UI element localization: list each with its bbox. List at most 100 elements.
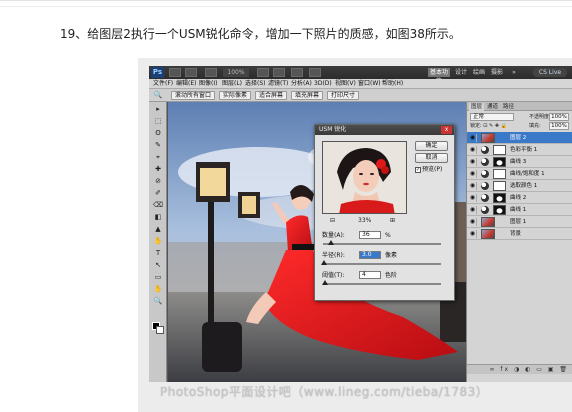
blend-mode-select[interactable]: 正常 <box>470 113 514 121</box>
fit-screen-button[interactable]: 适合屏幕 <box>255 91 287 100</box>
visibility-eye-icon[interactable]: ◉ <box>469 158 477 166</box>
gradient-tool-icon[interactable]: ◧ <box>153 213 163 222</box>
layer-panel-actions[interactable]: ∞ fx ◑ ◐ ▭ ▣ 🗑 <box>467 364 572 374</box>
threshold-input[interactable]: 4 <box>359 271 381 279</box>
filter-preview[interactable] <box>322 141 407 214</box>
menu-edit[interactable]: 编辑(E) <box>176 79 196 89</box>
background-color-swatch[interactable] <box>156 326 164 334</box>
shape-tool-icon[interactable]: ▭ <box>153 273 163 282</box>
tab-paths[interactable]: 路径 <box>501 103 516 111</box>
menu-file[interactable]: 文件(F) <box>153 79 173 89</box>
visibility-eye-icon[interactable]: ◉ <box>469 170 477 178</box>
layer-row[interactable]: ◉ 色彩平衡 1 <box>467 144 572 156</box>
amount-slider-handle[interactable] <box>328 240 335 245</box>
brush-tool-icon[interactable]: ✐ <box>153 189 163 198</box>
zoom-tool-icon[interactable]: 🔍 <box>153 297 163 306</box>
sharpen-tool-icon[interactable]: ▲ <box>153 225 163 234</box>
arrange-documents-icon[interactable] <box>291 68 303 77</box>
actual-pixels-button[interactable]: 实际像素 <box>219 91 251 100</box>
quick-selection-tool-icon[interactable]: ✎ <box>153 141 163 150</box>
workspace-painting-button[interactable]: 绘画 <box>472 68 486 77</box>
workspace-more-icon[interactable]: » <box>509 68 519 77</box>
workspace-design-button[interactable]: 设计 <box>454 68 468 77</box>
menu-view[interactable]: 视图(V) <box>335 79 356 89</box>
layer-thumbnail <box>481 133 495 143</box>
zoom-tool-icon[interactable] <box>273 68 285 77</box>
zoom-in-icon[interactable]: ⊞ <box>390 217 395 225</box>
visibility-eye-icon[interactable]: ◉ <box>469 134 477 142</box>
zoom-out-icon[interactable]: ⊟ <box>330 217 335 225</box>
lock-controls[interactable]: 锁定: ⊡ ✎ ✚ 🔒 <box>470 123 507 130</box>
workspace-photography-button[interactable]: 摄影 <box>490 68 504 77</box>
menu-window[interactable]: 窗口(W) <box>358 79 381 89</box>
menu-select[interactable]: 选择(S) <box>245 79 266 89</box>
layer-row[interactable]: ◉ 背景 <box>467 228 572 240</box>
close-icon[interactable]: x <box>441 126 452 134</box>
photoshop-window: Ps 100% 基本功能 设计 绘画 摄影 » CS Live 文件(F) 编辑… <box>149 66 572 382</box>
layer-row[interactable]: ◉ 曲线 3 <box>467 156 572 168</box>
layer-row[interactable]: ◉ 曲线 2 <box>467 192 572 204</box>
eyedropper-tool-icon[interactable]: ✚ <box>153 165 163 174</box>
cancel-button[interactable]: 取消 <box>415 153 448 163</box>
layer-row[interactable]: ◉ 选取颜色 1 <box>467 180 572 192</box>
visibility-eye-icon[interactable]: ◉ <box>469 206 477 214</box>
scroll-all-windows-checkbox[interactable]: 滚动所有窗口 <box>171 91 215 100</box>
menu-filter[interactable]: 滤镜(T) <box>268 79 288 89</box>
preview-checkbox[interactable]: ✓ 预览(P) <box>415 166 442 174</box>
layer-mask-thumbnail[interactable] <box>493 193 506 203</box>
layer-mask-thumbnail[interactable] <box>493 157 506 167</box>
fill-screen-button[interactable]: 填充屏幕 <box>291 91 323 100</box>
amount-slider[interactable] <box>323 240 441 245</box>
visibility-eye-icon[interactable]: ◉ <box>469 230 477 238</box>
visibility-eye-icon[interactable]: ◉ <box>469 146 477 154</box>
view-extras-icon[interactable] <box>205 68 217 77</box>
crop-tool-icon[interactable]: ⌖ <box>153 153 163 162</box>
print-size-button[interactable]: 打印尺寸 <box>327 91 359 100</box>
tab-channels[interactable]: 通道 <box>485 103 500 111</box>
menu-analysis[interactable]: 分析(A) <box>291 79 312 89</box>
layer-mask-thumbnail[interactable] <box>493 181 506 191</box>
hand-tool-icon[interactable] <box>257 68 269 77</box>
fill-field[interactable]: 100% <box>549 122 569 130</box>
marquee-tool-icon[interactable]: ⬚ <box>153 117 163 126</box>
layer-row[interactable]: ◉ 曲线 1 <box>467 204 572 216</box>
cs-live-button[interactable]: CS Live <box>533 68 567 77</box>
menu-image[interactable]: 图像(I) <box>199 79 217 89</box>
lasso-tool-icon[interactable]: ʘ <box>153 129 163 138</box>
watermark-text: PhotoShop平面设计吧（www.lineg.com/tieba/1783） <box>160 385 489 399</box>
amount-input[interactable]: 36 <box>359 231 381 239</box>
screen-mode-icon[interactable] <box>309 68 321 77</box>
hand-tool-icon[interactable]: ✋ <box>153 285 163 294</box>
radius-slider[interactable] <box>321 260 441 265</box>
type-tool-icon[interactable]: T <box>153 249 163 258</box>
layer-row[interactable]: ◉ 图层 2 <box>467 132 572 144</box>
tab-layers[interactable]: 图层 <box>469 103 485 111</box>
menu-3d[interactable]: 3D(D) <box>314 79 332 89</box>
eraser-tool-icon[interactable]: ⌫ <box>153 201 163 210</box>
menu-layer[interactable]: 图层(L) <box>222 79 242 89</box>
visibility-eye-icon[interactable]: ◉ <box>469 194 477 202</box>
threshold-slider[interactable] <box>322 280 441 285</box>
layer-mask-thumbnail[interactable] <box>493 145 506 155</box>
workspace-essentials-button[interactable]: 基本功能 <box>428 68 450 85</box>
menu-help[interactable]: 帮助(H) <box>382 79 403 89</box>
layer-mask-thumbnail[interactable] <box>493 169 506 179</box>
healing-brush-tool-icon[interactable]: ⊘ <box>153 177 163 186</box>
path-selection-tool-icon[interactable]: ↖ <box>153 261 163 270</box>
layer-row[interactable]: ◉ 曲线/饱和度 1 <box>467 168 572 180</box>
visibility-eye-icon[interactable]: ◉ <box>469 218 477 226</box>
radius-input[interactable]: 3.0 <box>359 251 381 259</box>
move-tool-icon[interactable]: ▸ <box>153 105 163 114</box>
layer-mask-thumbnail[interactable] <box>493 205 506 215</box>
threshold-slider-handle[interactable] <box>322 280 329 285</box>
bridge-icon[interactable] <box>169 68 181 77</box>
layer-row[interactable]: ◉ 图层 1 <box>467 216 572 228</box>
mini-bridge-icon[interactable] <box>185 68 197 77</box>
dodge-tool-icon[interactable]: ✋ <box>153 237 163 246</box>
visibility-eye-icon[interactable]: ◉ <box>469 182 477 190</box>
radius-slider-handle[interactable] <box>321 260 328 265</box>
opacity-field[interactable]: 100% <box>549 113 569 121</box>
zoom-level-select[interactable]: 100% <box>223 68 249 77</box>
ok-button[interactable]: 确定 <box>415 141 448 151</box>
zoom-tool-preset-icon[interactable]: 🔍 <box>153 91 163 100</box>
